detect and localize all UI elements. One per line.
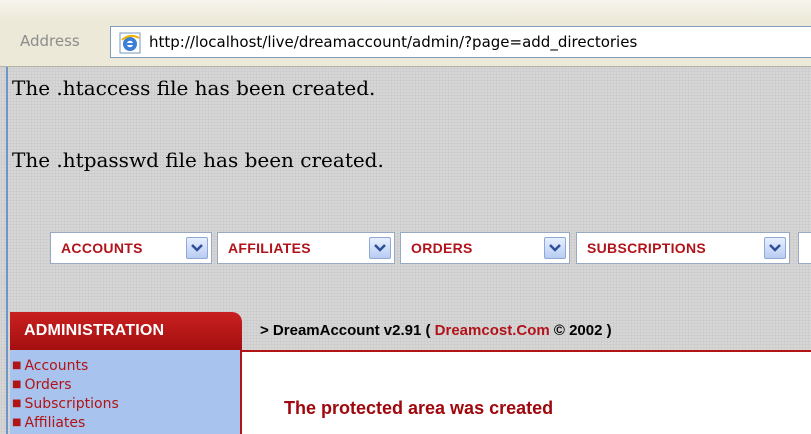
sidebar-item-label: Subscriptions (24, 396, 119, 412)
sidebar-item-label: Affiliates (24, 415, 86, 431)
ie-page-icon (119, 32, 141, 54)
chevron-down-icon[interactable] (544, 237, 566, 259)
menu-subscriptions[interactable]: SUBSCRIPTIONS (576, 232, 790, 264)
version-line: > DreamAccount v2.91 ( Dreamcost.Com © 2… (260, 322, 612, 339)
page-left-border (6, 67, 8, 434)
sidebar-item-label: Accounts (24, 358, 89, 374)
sidebar-item-orders[interactable]: ■ Orders (12, 377, 72, 393)
administration-header: ADMINISTRATION (10, 312, 242, 350)
address-input[interactable]: http://localhost/live/dreamaccount/admin… (110, 26, 811, 58)
version-suffix: © 2002 ) (549, 322, 612, 339)
address-url: http://localhost/live/dreamaccount/admin… (149, 33, 638, 51)
address-bar: Address http://localhost/live/dreamaccou… (0, 0, 811, 67)
sidebar-item-subscriptions[interactable]: ■ Subscriptions (12, 396, 119, 412)
menu-next-partial[interactable] (798, 232, 811, 264)
menu-accounts[interactable]: ACCOUNTS (50, 232, 212, 264)
menu-affiliates-label: AFFILIATES (228, 240, 311, 256)
bullet-icon: ■ (12, 379, 22, 390)
menu-orders[interactable]: ORDERS (400, 232, 570, 264)
menu-orders-label: ORDERS (411, 240, 473, 256)
bullet-icon: ■ (12, 398, 22, 409)
main-content-panel (242, 350, 811, 434)
bullet-icon: ■ (12, 417, 22, 428)
bullet-icon: ■ (12, 360, 22, 371)
dreamcost-link[interactable]: Dreamcost.Com (435, 322, 550, 339)
administration-title: ADMINISTRATION (24, 322, 165, 339)
protected-area-message: The protected area was created (284, 398, 554, 418)
menu-affiliates[interactable]: AFFILIATES (217, 232, 395, 264)
htaccess-message: The .htaccess file has been created. (12, 76, 376, 100)
address-label: Address (20, 32, 80, 50)
menu-accounts-label: ACCOUNTS (61, 240, 143, 256)
version-prefix: > DreamAccount v2.91 ( (260, 322, 435, 339)
sidebar-item-label: Orders (24, 377, 72, 393)
chevron-down-icon[interactable] (764, 237, 786, 259)
htpasswd-message: The .htpasswd file has been created. (12, 148, 384, 172)
admin-sidebar: ■ Accounts ■ Orders ■ Subscriptions ■ Affili… (10, 350, 242, 434)
chevron-down-icon[interactable] (186, 237, 208, 259)
menu-subscriptions-label: SUBSCRIPTIONS (587, 240, 707, 256)
sidebar-item-accounts[interactable]: ■ Accounts (12, 358, 88, 374)
sidebar-item-affiliates[interactable]: ■ Affiliates (12, 415, 85, 431)
chevron-down-icon[interactable] (369, 237, 391, 259)
